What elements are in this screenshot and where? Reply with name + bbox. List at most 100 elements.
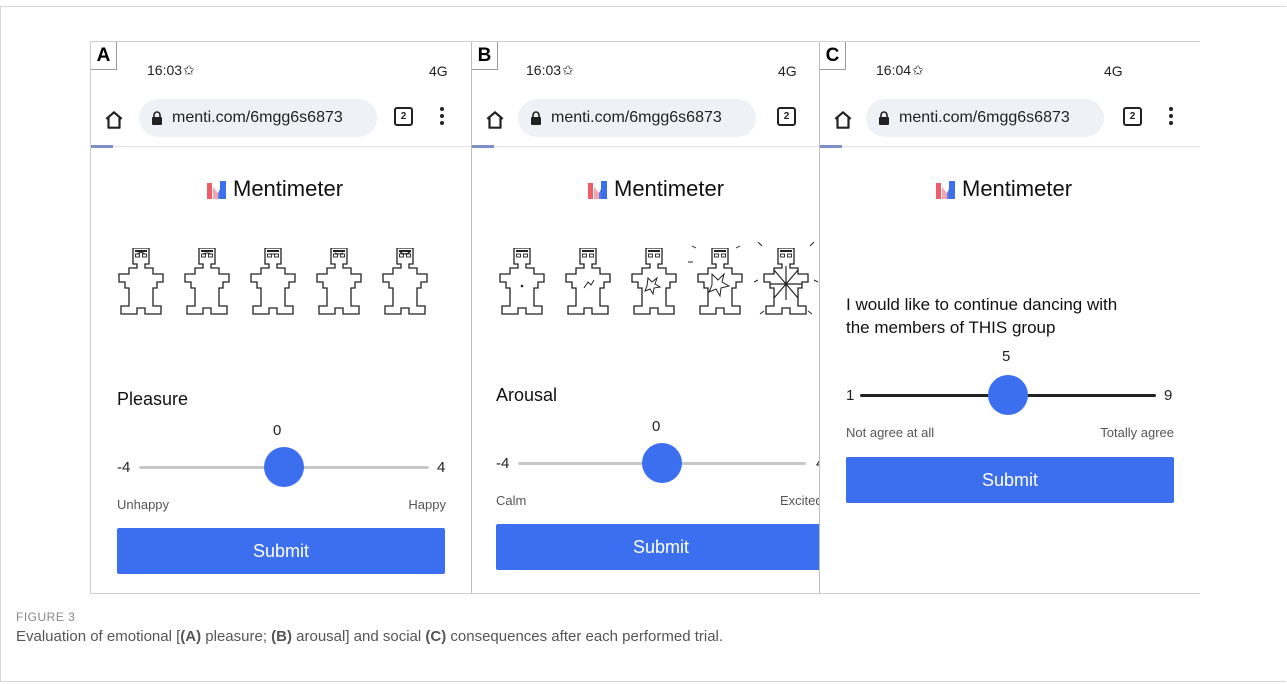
figure-very-happy <box>382 248 428 315</box>
mentimeter-logo-icon <box>207 181 227 199</box>
pleasure-scale-figures <box>118 248 428 315</box>
question-label: Arousal <box>496 385 558 405</box>
slider-thumb[interactable] <box>642 443 682 483</box>
mentimeter-logo: Mentimeter <box>936 176 1072 202</box>
mentimeter-logo: Mentimeter <box>207 176 343 202</box>
tab-switcher-button[interactable]: 2 <box>1123 107 1142 126</box>
status-time: 16:04 <box>876 62 912 78</box>
mentimeter-logo: Mentimeter <box>588 176 724 202</box>
slider-max-label: Happy <box>408 497 446 512</box>
caption-ref-c: (C) <box>425 628 447 645</box>
figure-calm <box>499 248 545 315</box>
address-bar[interactable]: menti.com/6mgg6s6873 <box>518 99 756 137</box>
browser-url-bar: menti.com/6mgg6s6873 2 <box>91 95 471 145</box>
arousal-scale-figures <box>499 242 818 315</box>
question-line: I would like to continue dancing with <box>846 295 1118 314</box>
tab-switcher-button[interactable]: 2 <box>394 107 413 126</box>
figure-happy <box>316 248 362 315</box>
signal-battery-icon <box>801 62 820 76</box>
panel-b: B 16:03 ✩ 4G menti.com/6mgg6s6873 2 Ment… <box>471 42 820 593</box>
figure-low-arousal <box>565 248 611 315</box>
mentimeter-logo-icon <box>588 181 608 199</box>
load-progress-indicator <box>91 145 113 148</box>
brand-name: Mentimeter <box>233 176 344 201</box>
slider-min-label: Not agree at all <box>846 425 935 440</box>
load-progress-indicator <box>820 145 842 148</box>
figure-unhappy <box>184 248 230 315</box>
more-menu-icon[interactable] <box>440 107 444 125</box>
caption-ref-b: (B) <box>271 628 292 645</box>
caption-part: arousal] and social <box>291 628 426 645</box>
brand-name: Mentimeter <box>614 176 725 201</box>
figure-medium-arousal <box>631 248 677 315</box>
steps-icon: ✩ <box>183 62 195 78</box>
signal-battery-icon <box>1127 62 1155 76</box>
figure-very-unhappy <box>118 248 164 315</box>
brand-name: Mentimeter <box>962 176 1073 201</box>
panel-letter: B <box>472 42 498 70</box>
network-label: 4G <box>778 63 797 79</box>
slider-thumb[interactable] <box>264 447 304 487</box>
home-icon[interactable] <box>832 109 854 131</box>
figure-label: FIGURE 3 <box>16 610 76 624</box>
caption-ref-a: (A) <box>180 628 202 645</box>
address-bar[interactable]: menti.com/6mgg6s6873 <box>139 99 377 137</box>
panel-c: C 16:04 ✩ 4G menti.com/6mgg6s6873 2 Ment… <box>819 42 1200 593</box>
slider-value: 0 <box>273 422 282 439</box>
divider <box>472 146 820 147</box>
slider-max: 9 <box>1164 387 1173 404</box>
home-icon[interactable] <box>103 109 125 131</box>
divider <box>820 146 1200 147</box>
slider-min: -4 <box>117 459 131 476</box>
caption-part: Evaluation of emotional [ <box>16 628 181 645</box>
network-indicator: 4G <box>778 62 820 79</box>
question-text: I would like to continue dancing with th… <box>846 293 1117 339</box>
panel-letter: A <box>91 42 117 70</box>
slider-max-label: Excited <box>780 493 820 508</box>
question-label: Pleasure <box>117 389 189 409</box>
slider-min: -4 <box>496 455 510 472</box>
slider-thumb[interactable] <box>988 375 1028 415</box>
slider-max-label: Totally agree <box>1100 425 1174 440</box>
url-text: menti.com/6mgg6s6873 <box>551 109 722 126</box>
lock-icon <box>530 111 542 125</box>
url-text: menti.com/6mgg6s6873 <box>899 109 1070 126</box>
slider-min-label: Calm <box>496 493 527 508</box>
slider-min-label: Unhappy <box>117 497 170 512</box>
figure-caption: Evaluation of emotional [(A) pleasure; (… <box>16 628 723 645</box>
lock-icon <box>151 111 163 125</box>
figure-high-arousal <box>688 245 743 315</box>
signal-battery-icon <box>452 62 471 76</box>
network-indicator: 4G <box>1104 62 1155 79</box>
caption-part: consequences after each performed trial. <box>446 628 724 645</box>
submit-button[interactable]: Submit <box>117 528 445 574</box>
slider-value: 5 <box>1002 348 1011 365</box>
question-line: the members of THIS group <box>846 318 1056 337</box>
figure-neutral <box>250 248 296 315</box>
caption-part: pleasure; <box>201 628 272 645</box>
network-label: 4G <box>429 63 448 79</box>
network-indicator: 4G <box>429 62 471 79</box>
submit-button[interactable]: Submit <box>496 524 820 570</box>
panel-a: A 16:03 ✩ 4G menti.com/6mgg6s6873 2 Ment… <box>91 42 471 593</box>
submit-button[interactable]: Submit <box>846 457 1174 503</box>
address-bar[interactable]: menti.com/6mgg6s6873 <box>866 99 1104 137</box>
panel-letter: C <box>820 42 846 70</box>
network-label: 4G <box>1104 63 1123 79</box>
load-progress-indicator <box>472 145 494 148</box>
browser-url-bar: menti.com/6mgg6s6873 2 <box>472 95 820 145</box>
browser-url-bar: menti.com/6mgg6s6873 2 <box>820 95 1200 145</box>
mentimeter-logo-icon <box>936 181 956 199</box>
steps-icon: ✩ <box>912 62 924 78</box>
lock-icon <box>878 111 890 125</box>
divider <box>91 146 471 147</box>
figure-panels: A 16:03 ✩ 4G menti.com/6mgg6s6873 2 Ment… <box>90 41 1200 594</box>
more-menu-icon[interactable] <box>1169 107 1173 125</box>
url-text: menti.com/6mgg6s6873 <box>172 109 343 126</box>
slider-max: 4 <box>437 459 446 476</box>
home-icon[interactable] <box>484 109 506 131</box>
figure-very-excited <box>753 242 818 315</box>
tab-switcher-button[interactable]: 2 <box>777 107 796 126</box>
steps-icon: ✩ <box>562 62 574 78</box>
slider-value: 0 <box>652 418 661 435</box>
